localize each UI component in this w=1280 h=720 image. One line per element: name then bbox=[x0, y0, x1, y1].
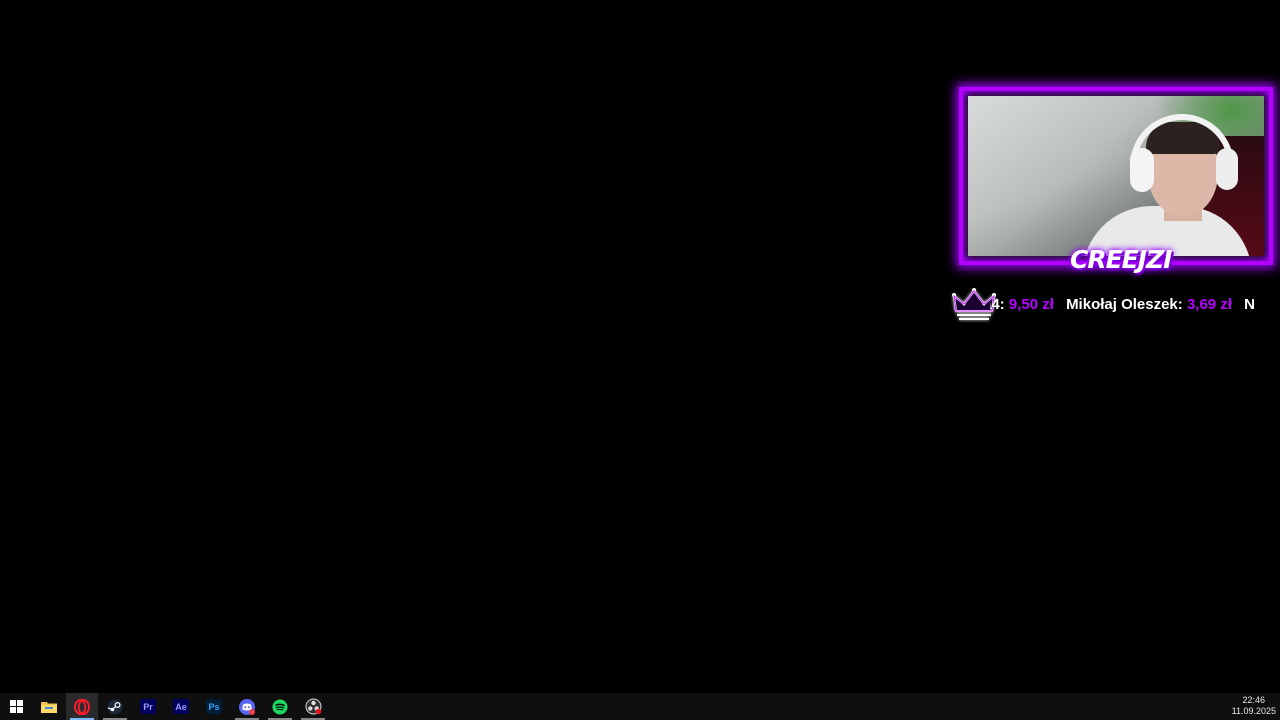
taskbar-spotify[interactable] bbox=[264, 693, 296, 720]
taskbar-discord[interactable] bbox=[231, 693, 263, 720]
taskbar-steam[interactable] bbox=[99, 693, 131, 720]
ticker-donation-amount: 9,50 zł bbox=[1008, 296, 1054, 313]
donation-ticker: a4: 9,50 zł Mikołaj Oleszek: 3,69 zł N bbox=[990, 292, 1264, 318]
webcam-feed bbox=[968, 96, 1264, 256]
start-button[interactable] bbox=[0, 693, 32, 720]
taskbar-photoshop[interactable]: Ps bbox=[198, 693, 230, 720]
taskbar-file-explorer[interactable] bbox=[33, 693, 65, 720]
webcam-frame bbox=[959, 87, 1273, 265]
taskbar-after-effects[interactable]: Ae bbox=[165, 693, 197, 720]
taskbar-obs[interactable] bbox=[297, 693, 329, 720]
clock-date: 11.09.2025 bbox=[1231, 706, 1276, 716]
after-effects-icon: Ae bbox=[173, 699, 189, 714]
taskbar: Pr Ae Ps 22:46 11.09.2025 bbox=[0, 693, 1280, 720]
spotify-icon bbox=[272, 699, 288, 714]
taskbar-opera[interactable] bbox=[66, 693, 98, 720]
clock-time: 22:46 bbox=[1242, 695, 1266, 705]
ticker-donor-name: N bbox=[1244, 296, 1255, 313]
steam-icon bbox=[107, 699, 123, 714]
ticker-donation-amount: 3,69 zł bbox=[1186, 296, 1232, 313]
obs-icon bbox=[305, 698, 321, 715]
discord-icon bbox=[239, 698, 255, 715]
system-clock[interactable]: 22:46 11.09.2025 bbox=[1232, 695, 1276, 717]
premiere-icon: Pr bbox=[140, 699, 156, 714]
ticker-donor-name: Mikołaj Oleszek: bbox=[1066, 296, 1183, 313]
opera-icon bbox=[74, 698, 90, 715]
ticker-donor-name: a4: bbox=[990, 296, 1005, 313]
taskbar-premiere[interactable]: Pr bbox=[132, 693, 164, 720]
windows-icon bbox=[9, 700, 23, 713]
folder-icon bbox=[41, 702, 57, 713]
photoshop-icon: Ps bbox=[206, 699, 222, 714]
streamer-name-label: CREEJZI bbox=[1070, 245, 1172, 274]
